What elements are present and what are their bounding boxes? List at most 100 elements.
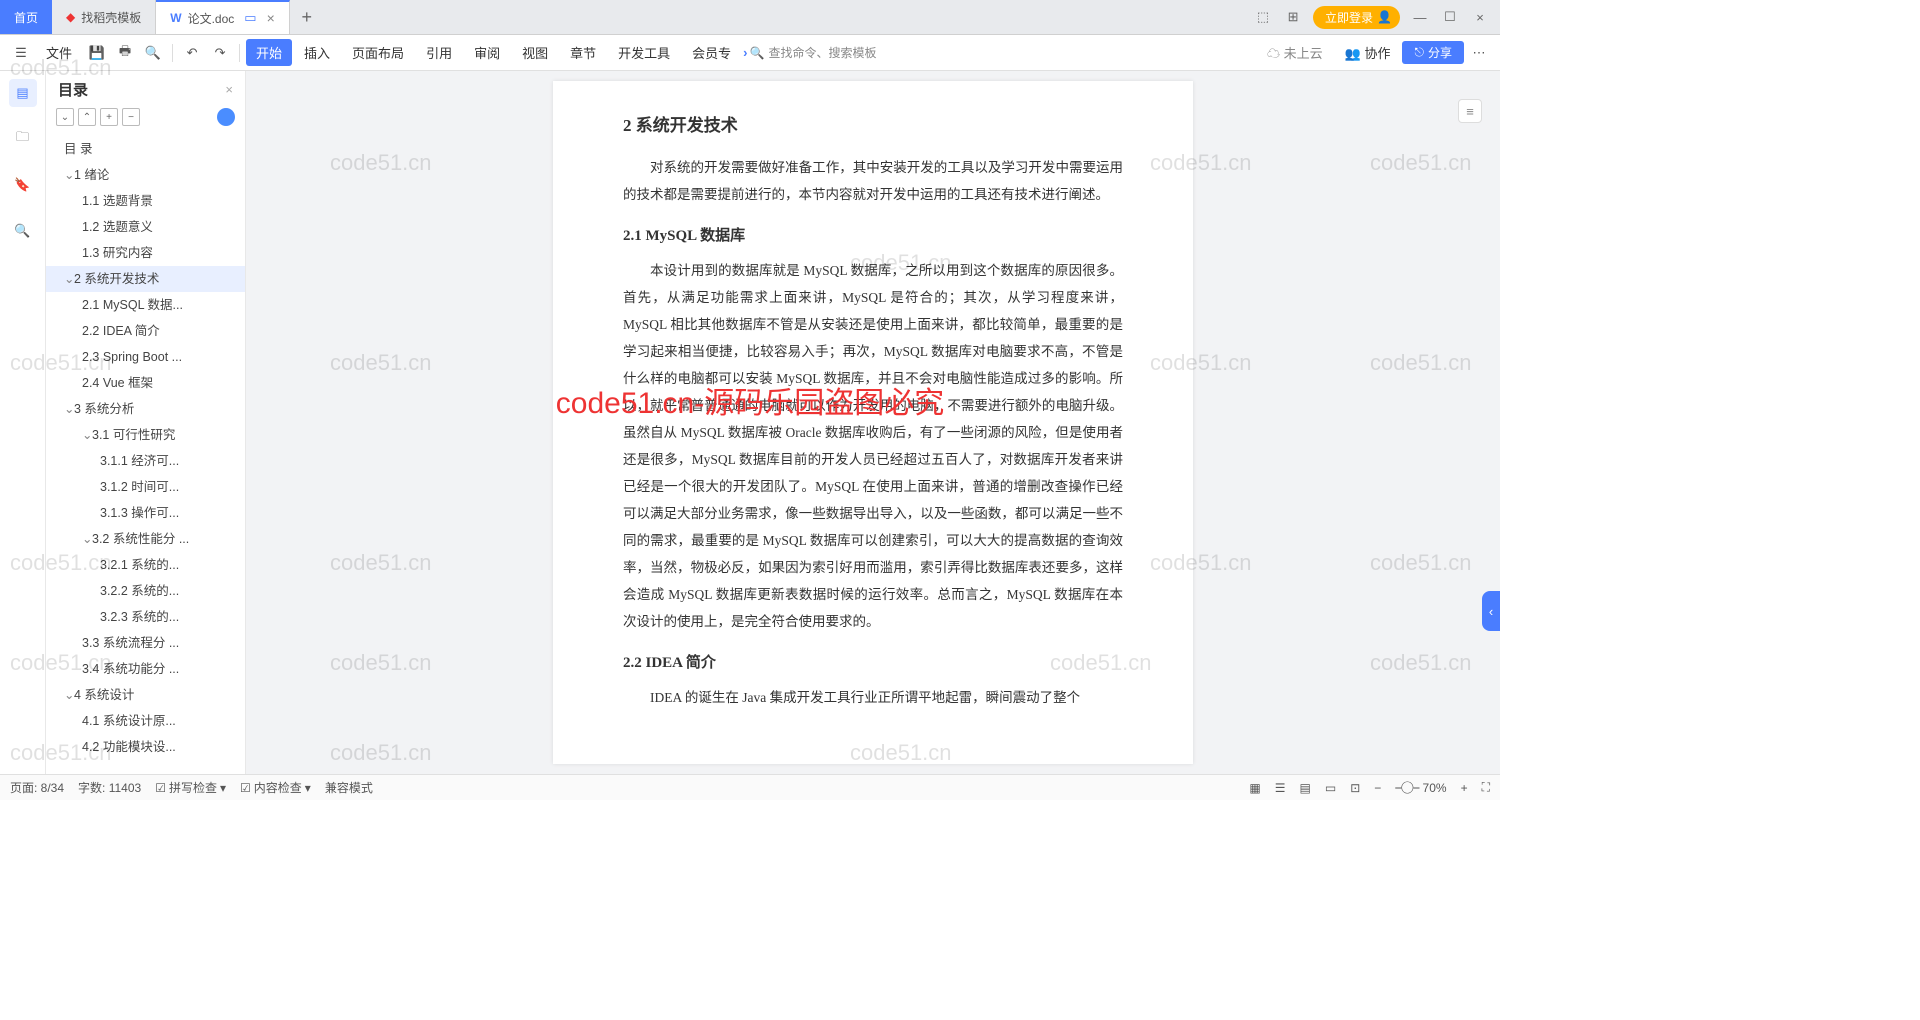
word-counter[interactable]: 字数: 11403 — [78, 779, 141, 796]
node-3-4[interactable]: 3.4 系统功能分 ... — [46, 656, 245, 682]
zoom-in[interactable]: + — [1461, 781, 1468, 795]
share-button[interactable]: ⎋ 分享 — [1402, 41, 1464, 64]
login-button[interactable]: 立即登录👤 — [1313, 6, 1400, 29]
menu-review[interactable]: 审阅 — [464, 39, 510, 66]
menu-member[interactable]: 会员专 — [682, 39, 741, 66]
node-root[interactable]: 目 录 — [46, 136, 245, 162]
menu-bar: ☰ 文件 💾 🖶 🔍 ↶ ↷ 开始 插入 页面布局 引用 审阅 视图 章节 开发… — [0, 35, 1500, 71]
menu-start[interactable]: 开始 — [246, 39, 292, 66]
undo-icon[interactable]: ↶ — [179, 40, 205, 66]
node-3-1-1[interactable]: 3.1.1 经济可... — [46, 448, 245, 474]
menu-devtools[interactable]: 开发工具 — [608, 39, 680, 66]
new-tab-button[interactable]: + — [290, 0, 324, 34]
redo-icon[interactable]: ↷ — [207, 40, 233, 66]
hamburger-icon[interactable]: ☰ — [8, 40, 34, 66]
ai-icon[interactable] — [217, 108, 235, 126]
node-2-1[interactable]: 2.1 MySQL 数据... — [46, 292, 245, 318]
menu-reference[interactable]: 引用 — [416, 39, 462, 66]
para-mysql: 本设计用到的数据库就是 MySQL 数据库，之所以用到这个数据库的原因很多。首先… — [623, 257, 1123, 635]
coop-button[interactable]: 👥 协作 — [1335, 39, 1401, 66]
node-ch2[interactable]: ⌄2 系统开发技术 — [46, 266, 245, 292]
maximize-icon[interactable]: ☐ — [1440, 7, 1460, 27]
node-2-2[interactable]: 2.2 IDEA 简介 — [46, 318, 245, 344]
collapse-all-icon[interactable]: ⌄ — [56, 108, 74, 126]
node-3-2-1[interactable]: 3.2.1 系统的... — [46, 552, 245, 578]
node-3-3[interactable]: 3.3 系统流程分 ... — [46, 630, 245, 656]
tab-home[interactable]: 首页 — [0, 0, 52, 34]
diamond-icon: ◆ — [66, 10, 75, 24]
node-1-3[interactable]: 1.3 研究内容 — [46, 240, 245, 266]
node-ch3[interactable]: ⌄3 系统分析 — [46, 396, 245, 422]
outline-tree: 目 录 ⌄1 绪论 1.1 选题背景 1.2 选题意义 1.3 研究内容 ⌄2 … — [46, 130, 245, 774]
preview-icon[interactable]: 🔍 — [140, 40, 166, 66]
spellcheck-toggle[interactable]: ☑ 拼写检查 ▾ — [155, 779, 226, 796]
status-bar: 页面: 8/34 字数: 11403 ☑ 拼写检查 ▾ ☑ 内容检查 ▾ 兼容模… — [0, 774, 1500, 800]
add-icon[interactable]: + — [100, 108, 118, 126]
page-counter[interactable]: 页面: 8/34 — [10, 779, 64, 796]
close-icon[interactable]: × — [267, 10, 275, 26]
side-tab-icon[interactable]: ‹ — [1482, 591, 1500, 631]
more-arrow-icon[interactable]: › — [743, 45, 747, 60]
node-3-2-3[interactable]: 3.2.3 系统的... — [46, 604, 245, 630]
apps-icon[interactable]: ⊞ — [1283, 7, 1303, 27]
toolbox-icon[interactable]: ≡ — [1458, 99, 1482, 123]
node-ch1[interactable]: ⌄1 绪论 — [46, 162, 245, 188]
node-3-1[interactable]: ⌄3.1 可行性研究 — [46, 422, 245, 448]
close-outline-icon[interactable]: × — [225, 82, 233, 97]
cloud-status[interactable]: ☁ 未上云 — [1257, 39, 1333, 66]
search-rail-icon[interactable]: 🔍 — [9, 217, 37, 245]
view-outline-icon[interactable]: ▤ — [1300, 781, 1311, 795]
menu-layout[interactable]: 页面布局 — [342, 39, 414, 66]
menu-insert[interactable]: 插入 — [294, 39, 340, 66]
user-icon: 👤 — [1377, 10, 1392, 24]
menu-chapter[interactable]: 章节 — [560, 39, 606, 66]
node-3-1-2[interactable]: 3.1.2 时间可... — [46, 474, 245, 500]
minimize-icon[interactable]: — — [1410, 7, 1430, 27]
bookmark-icon[interactable]: 🔖 — [9, 171, 37, 199]
fullscreen-icon[interactable]: ⛶ — [1482, 780, 1490, 795]
command-search[interactable]: 🔍 查找命令、搜索模板 — [750, 44, 877, 61]
heading-2-1: 2.1 MySQL 数据库 — [623, 224, 1123, 245]
zoom-fit-icon[interactable]: ⊡ — [1350, 781, 1360, 795]
content-check[interactable]: ☑ 内容检查 ▾ — [240, 779, 311, 796]
heading-ch2: 2 系统开发技术 — [623, 111, 1123, 136]
outline-title: 目录 — [58, 79, 88, 100]
outline-panel: 目录 × ⌄ ⌃ + − 目 录 ⌄1 绪论 1.1 选题背景 1.2 选题意义… — [46, 71, 246, 774]
print-icon[interactable]: 🖶 — [112, 40, 138, 66]
more-icon[interactable]: ⋯ — [1466, 40, 1492, 66]
compat-mode[interactable]: 兼容模式 — [325, 779, 373, 796]
outline-icon[interactable]: ▤ — [9, 79, 37, 107]
view-web-icon[interactable]: ☰ — [1275, 781, 1286, 795]
word-icon: W — [170, 11, 181, 25]
view-read-icon[interactable]: ▭ — [1325, 781, 1336, 795]
tab-bar: 首页 ◆ 找稻壳模板 W 论文.doc ▭ × + ⬚ ⊞ 立即登录👤 — ☐ … — [0, 0, 1500, 35]
node-2-3[interactable]: 2.3 Spring Boot ... — [46, 344, 245, 370]
expand-all-icon[interactable]: ⌃ — [78, 108, 96, 126]
node-1-1[interactable]: 1.1 选题背景 — [46, 188, 245, 214]
zoom-level[interactable]: ⎯◯⎯ 70% — [1395, 780, 1446, 795]
remove-icon[interactable]: − — [122, 108, 140, 126]
document-area[interactable]: 📄▾ ≡ ‹ 2 系统开发技术 对系统的开发需要做好准备工作，其中安装开发的工具… — [246, 71, 1500, 774]
tab-template[interactable]: ◆ 找稻壳模板 — [52, 0, 156, 34]
zoom-out[interactable]: − — [1374, 781, 1381, 795]
monitor-icon[interactable]: ▭ — [244, 10, 256, 26]
heading-2-2: 2.2 IDEA 简介 — [623, 651, 1123, 672]
node-3-2-2[interactable]: 3.2.2 系统的... — [46, 578, 245, 604]
node-4-2[interactable]: 4.2 功能模块设... — [46, 734, 245, 760]
node-ch4[interactable]: ⌄4 系统设计 — [46, 682, 245, 708]
menu-view[interactable]: 视图 — [512, 39, 558, 66]
save-icon[interactable]: 💾 — [84, 40, 110, 66]
view-page-icon[interactable]: ▦ — [1249, 781, 1260, 795]
node-2-4[interactable]: 2.4 Vue 框架 — [46, 370, 245, 396]
close-window-icon[interactable]: × — [1470, 7, 1490, 27]
layout-icon[interactable]: ⬚ — [1253, 7, 1273, 27]
node-4-1[interactable]: 4.1 系统设计原... — [46, 708, 245, 734]
para-idea: IDEA 的诞生在 Java 集成开发工具行业正所谓平地起雷，瞬间震动了整个 — [623, 684, 1123, 711]
menu-file[interactable]: 文件 — [36, 39, 82, 66]
node-3-1-3[interactable]: 3.1.3 操作可... — [46, 500, 245, 526]
search-icon: 🔍 — [750, 46, 765, 60]
folder-icon[interactable]: 🗀 — [9, 125, 37, 153]
node-1-2[interactable]: 1.2 选题意义 — [46, 214, 245, 240]
node-3-2[interactable]: ⌄3.2 系统性能分 ... — [46, 526, 245, 552]
tab-document[interactable]: W 论文.doc ▭ × — [156, 0, 290, 34]
